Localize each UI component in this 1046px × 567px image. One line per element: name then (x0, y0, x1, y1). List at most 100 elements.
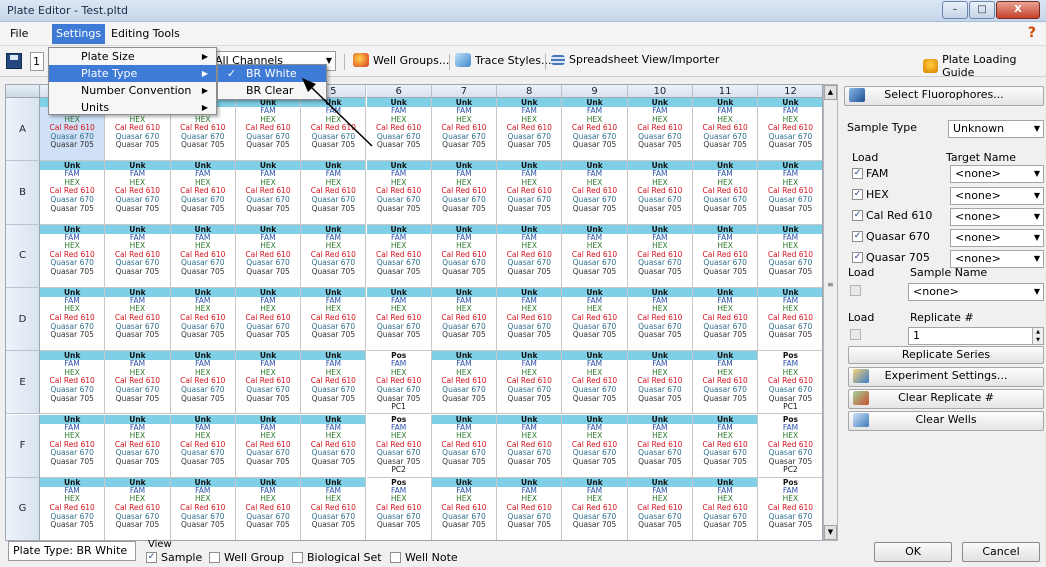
plate-well[interactable]: UnkFAMHEXCal Red 610Quasar 670Quasar 705 (170, 477, 236, 540)
menu-item-units[interactable]: Units ▶ (49, 99, 216, 116)
plate-well[interactable]: UnkFAMHEXCal Red 610Quasar 670Quasar 705 (562, 477, 628, 540)
plate-well[interactable]: UnkFAMHEXCal Red 610Quasar 670Quasar 705 (105, 351, 171, 415)
column-header[interactable]: 10 (627, 85, 693, 98)
plate-well[interactable]: UnkFAMHEXCal Red 610Quasar 670Quasar 705 (497, 98, 563, 162)
row-header[interactable]: B (6, 161, 40, 225)
plate-well[interactable]: UnkFAMHEXCal Red 610Quasar 670Quasar 705 (497, 224, 563, 288)
plate-scrollbar[interactable]: ▲ ≡ ▼ (823, 84, 838, 541)
menu-item-number-convention[interactable]: Number Convention ▶ (49, 82, 216, 99)
ok-button[interactable]: OK (874, 542, 952, 562)
menu-editing-tools[interactable]: Editing Tools (107, 26, 184, 41)
menu-file[interactable]: File (6, 26, 32, 41)
plate-well[interactable]: UnkFAMHEXCal Red 610Quasar 670Quasar 705 (366, 287, 432, 352)
plate-well[interactable]: Pos FAM HEX Cal Red 610 Quasar 670 Quasar 705… (758, 351, 822, 415)
view-sample-option[interactable]: ✓ Sample (146, 551, 202, 564)
cancel-button[interactable]: Cancel (962, 542, 1040, 562)
plate-well[interactable]: UnkFAMHEXCal Red 610Quasar 670Quasar 705 (431, 224, 498, 288)
plate-well[interactable]: UnkFAMHEXCal Red 610Quasar 670Quasar 705 (105, 224, 171, 288)
plate-well[interactable]: UnkFAMHEXCal Red 610Quasar 670Quasar 705 (758, 287, 822, 352)
plate-well[interactable]: UnkFAMHEXCal Red 610Quasar 670Quasar 705 (105, 287, 171, 352)
plate-well[interactable]: UnkFAMHEXCal Red 610Quasar 670Quasar 705 (497, 287, 563, 352)
view-biological-set-checkbox[interactable] (292, 552, 303, 563)
load-cal-red-checkbox[interactable]: ✓ (852, 210, 863, 221)
plate-well[interactable]: UnkFAMHEXCal Red 610Quasar 670Quasar 705 (40, 351, 106, 415)
plate-well[interactable]: UnkFAMHEXCal Red 610Quasar 670Quasar 705 (431, 414, 498, 478)
plate-well[interactable]: UnkFAMHEXCal Red 610Quasar 670Quasar 705 (627, 161, 693, 225)
row-header[interactable]: D (6, 287, 40, 352)
plate-well[interactable]: UnkFAMHEXCal Red 610Quasar 670Quasar 705 (562, 414, 628, 478)
plate-well[interactable]: UnkFAMHEXCal Red 610Quasar 670Quasar 705 (301, 224, 367, 288)
clear-replicate-button[interactable]: Clear Replicate # (848, 389, 1044, 409)
plate-well[interactable]: UnkFAMHEXCal Red 610Quasar 670Quasar 705 (693, 287, 759, 352)
save-icon[interactable] (6, 53, 22, 69)
plate-well[interactable]: UnkFAMHEXCal Red 610Quasar 670Quasar 705 (627, 98, 693, 162)
row-header[interactable]: G (6, 477, 40, 540)
plate-well[interactable]: UnkFAMHEXCal Red 610Quasar 670Quasar 705 (431, 98, 498, 162)
plate-well[interactable]: UnkFAMHEXCal Red 610Quasar 670Quasar 705 (170, 351, 236, 415)
plate-well[interactable]: UnkFAMHEXCal Red 610Quasar 670Quasar 705 (758, 161, 822, 225)
column-header[interactable]: 11 (693, 85, 759, 98)
plate-well[interactable]: UnkFAMHEXCal Red 610Quasar 670Quasar 705 (235, 351, 302, 415)
plate-well[interactable]: UnkFAMHEXCal Red 610Quasar 670Quasar 705 (497, 161, 563, 225)
plate-well[interactable]: UnkFAMHEXCal Red 610Quasar 670Quasar 705 (105, 477, 171, 540)
plate-well[interactable]: UnkFAMHEXCal Red 610Quasar 670Quasar 705 (301, 287, 367, 352)
plate-well[interactable]: UnkFAMHEXCal Red 610Quasar 670Quasar 705 (693, 477, 759, 540)
plate-well[interactable]: UnkFAMHEXCal Red 610Quasar 670Quasar 705 (301, 161, 367, 225)
scan-mode-select[interactable]: 1 (30, 52, 44, 71)
plate-well[interactable]: UnkFAMHEXCal Red 610Quasar 670Quasar 705 (40, 224, 106, 288)
experiment-settings-button[interactable]: Experiment Settings... (848, 367, 1044, 387)
spinner-icon[interactable]: ▲ ▼ (1032, 328, 1043, 344)
plate-well[interactable]: UnkFAMHEXCal Red 610Quasar 670Quasar 705 (758, 224, 822, 288)
view-well-group-checkbox[interactable] (209, 552, 220, 563)
replicate-series-button[interactable]: Replicate Series (848, 346, 1044, 364)
plate-well[interactable]: UnkFAMHEXCal Red 610Quasar 670Quasar 705 (497, 414, 563, 478)
minimize-button[interactable]: – (942, 1, 968, 19)
plate-well[interactable]: UnkFAMHEXCal Red 610Quasar 670Quasar 705 (366, 224, 432, 288)
sample-name-select[interactable]: <none> ▼ (908, 283, 1044, 301)
target-hex-select[interactable]: <none> ▼ (950, 187, 1044, 205)
plate-well[interactable]: UnkFAMHEXCal Red 610Quasar 670Quasar 705 (562, 98, 628, 162)
spreadsheet-button[interactable]: Spreadsheet View/Importer (551, 53, 719, 66)
plate-well[interactable]: UnkFAMHEXCal Red 610Quasar 670Quasar 705 (301, 98, 367, 162)
target-fam-select[interactable]: <none> ▼ (950, 165, 1044, 183)
plate-well[interactable]: UnkFAMHEXCal Red 610Quasar 670Quasar 705 (562, 287, 628, 352)
scroll-down-icon[interactable]: ▼ (824, 525, 837, 540)
plate-well[interactable]: UnkFAMHEXCal Red 610Quasar 670Quasar 705 (170, 161, 236, 225)
plate-well[interactable]: UnkFAMHEXCal Red 610Quasar 670Quasar 705 (693, 351, 759, 415)
load-quasar-705-checkbox[interactable]: ✓ (852, 252, 863, 263)
plate-well[interactable]: UnkFAMHEXCal Red 610Quasar 670Quasar 705 (170, 287, 236, 352)
plate-well[interactable]: UnkFAMHEXCal Red 610Quasar 670Quasar 705 (497, 351, 563, 415)
plate-well[interactable]: UnkFAMHEXCal Red 610Quasar 670Quasar 705 (431, 477, 498, 540)
column-header[interactable]: 6 (366, 85, 432, 98)
menu-item-plate-type[interactable]: Plate Type ▶ (49, 65, 216, 82)
load-replicate-checkbox[interactable] (850, 329, 861, 340)
column-header[interactable]: 8 (497, 85, 563, 98)
load-hex-checkbox[interactable]: ✓ (852, 189, 863, 200)
plate-well[interactable]: UnkFAMHEXCal Red 610Quasar 670Quasar 705 (170, 414, 236, 478)
plate-well[interactable]: UnkFAMHEXCal Red 610Quasar 670Quasar 705 (627, 477, 693, 540)
plate-well[interactable]: UnkFAMHEXCal Red 610Quasar 670Quasar 705 (105, 161, 171, 225)
column-header[interactable]: 12 (758, 85, 822, 98)
plate-well[interactable]: UnkFAMHEXCal Red 610Quasar 670Quasar 705 (40, 414, 106, 478)
plate-well[interactable]: UnkFAMHEXCal Red 610Quasar 670Quasar 705 (627, 287, 693, 352)
plate-well[interactable]: UnkFAMHEXCal Red 610Quasar 670Quasar 705 (105, 414, 171, 478)
view-well-group-option[interactable]: Well Group (209, 551, 284, 564)
plate-well[interactable]: UnkFAMHEXCal Red 610Quasar 670Quasar 705 (758, 98, 822, 162)
target-quasar-670-select[interactable]: <none> ▼ (950, 229, 1044, 247)
load-sample-name-checkbox[interactable] (850, 285, 861, 296)
plate-well[interactable]: Pos FAM HEX Cal Red 610 Quasar 670 Quasar 705… (366, 414, 432, 478)
plate-well[interactable]: UnkFAMHEXCal Red 610Quasar 670Quasar 705 (497, 477, 563, 540)
plate-well[interactable]: UnkFAMHEXCal Red 610Quasar 670Quasar 705 (235, 98, 302, 162)
close-button[interactable]: X (996, 1, 1040, 19)
clear-wells-button[interactable]: Clear Wells (848, 411, 1044, 431)
select-fluorophores-button[interactable]: Select Fluorophores... (844, 86, 1044, 106)
plate-well[interactable]: UnkFAMHEXCal Red 610Quasar 670Quasar 705 (693, 161, 759, 225)
plate-well[interactable]: UnkFAMHEXCal Red 610Quasar 670Quasar 705 (235, 287, 302, 352)
plate-well[interactable]: UnkFAMHEXCal Red 610Quasar 670Quasar 705 (431, 287, 498, 352)
help-icon[interactable]: ? (1028, 25, 1036, 41)
plate-well[interactable]: UnkFAMHEXCal Red 610Quasar 670Quasar 705 (301, 351, 367, 415)
plate-well[interactable]: UnkFAMHEXCal Red 610Quasar 670Quasar 705 (301, 414, 367, 478)
plate-well[interactable]: UnkFAMHEXCal Red 610Quasar 670Quasar 705 (170, 224, 236, 288)
column-header[interactable]: 9 (562, 85, 628, 98)
plate-well[interactable]: UnkFAMHEXCal Red 610Quasar 670Quasar 705 (235, 224, 302, 288)
